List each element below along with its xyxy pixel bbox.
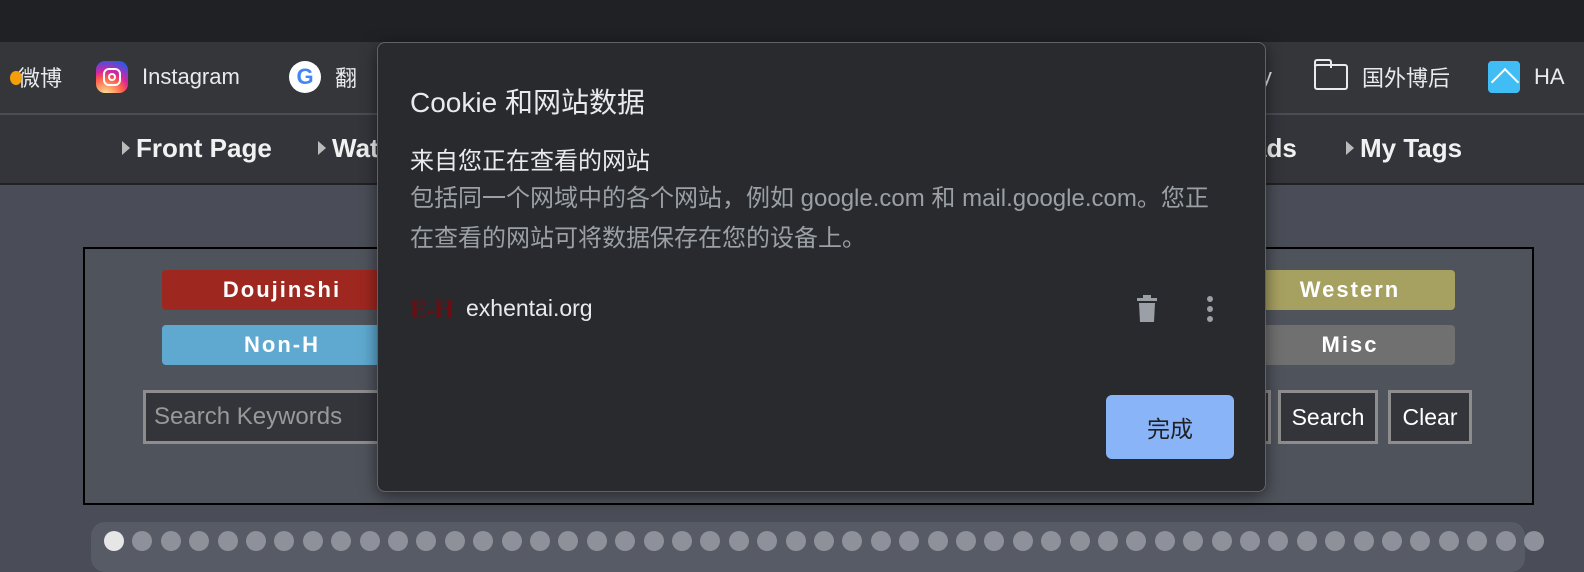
- nav-label: Front Page: [136, 132, 272, 163]
- page-dot[interactable]: [1069, 531, 1090, 551]
- nav-front-page[interactable]: Front Page: [122, 115, 272, 181]
- category-doujinshi[interactable]: Doujinshi: [162, 270, 402, 310]
- page-dot[interactable]: [217, 531, 238, 551]
- dialog-subtitle: 来自您正在查看的网站: [410, 148, 650, 175]
- page-dot[interactable]: [530, 531, 550, 551]
- dialog-title: Cookie 和网站数据: [410, 87, 645, 118]
- page-dot[interactable]: [274, 531, 295, 551]
- more-vert-icon[interactable]: [1200, 295, 1220, 323]
- page-dot[interactable]: [416, 531, 437, 551]
- page-dot[interactable]: [842, 531, 863, 551]
- page-dot[interactable]: [586, 531, 607, 551]
- done-button[interactable]: 完成: [1106, 395, 1234, 459]
- bookmark-label: 微博: [18, 66, 63, 91]
- page-dot[interactable]: [1296, 531, 1317, 551]
- page-dot[interactable]: [189, 531, 210, 551]
- bookmark-weibo[interactable]: 微博: [10, 42, 63, 112]
- page-dot[interactable]: [160, 531, 181, 551]
- page-dot[interactable]: [388, 531, 408, 551]
- page-dot[interactable]: [1382, 531, 1402, 551]
- bookmark-folder[interactable]: 国外博后: [1314, 42, 1450, 112]
- page-dot[interactable]: [444, 531, 465, 551]
- nav-my-tags[interactable]: My Tags: [1346, 115, 1462, 181]
- page-dot[interactable]: [1524, 531, 1544, 551]
- page-dot[interactable]: [1410, 531, 1431, 551]
- page-dot[interactable]: [1126, 531, 1147, 551]
- arrow-right-icon: [122, 141, 130, 155]
- bookmark-instagram[interactable]: Instagram: [96, 42, 240, 112]
- page-dot[interactable]: [359, 531, 380, 551]
- page-dot[interactable]: [1325, 531, 1346, 551]
- dialog-description: 包括同一个网域中的各个网站，例如 google.com 和 mail.googl…: [410, 185, 1209, 252]
- site-logo-icon: E-H: [410, 295, 454, 324]
- nav-watched[interactable]: Wat: [318, 115, 379, 181]
- page-dot[interactable]: [757, 531, 778, 551]
- nav-label: My Tags: [1360, 132, 1463, 163]
- page-dot[interactable]: [302, 531, 323, 551]
- nav-label: Wat: [332, 132, 379, 163]
- page-dot[interactable]: [1012, 531, 1033, 551]
- bookmark-label: Instagram: [142, 64, 240, 89]
- page-indicator-strip: [91, 522, 1544, 572]
- site-name: exhentai.org: [466, 295, 593, 321]
- page-dot[interactable]: [246, 531, 266, 551]
- clear-button[interactable]: Clear: [1388, 390, 1472, 444]
- page-dot[interactable]: [331, 531, 352, 551]
- page-dot[interactable]: [643, 531, 664, 551]
- page-dot[interactable]: [814, 531, 834, 551]
- folder-icon: [1314, 59, 1348, 90]
- category-western[interactable]: Western: [1245, 270, 1455, 310]
- page-dot[interactable]: [1098, 531, 1118, 551]
- page-dot[interactable]: [984, 531, 1005, 551]
- page-dot[interactable]: [1041, 531, 1062, 551]
- page-dot[interactable]: [956, 531, 976, 551]
- bookmark-label: 翻: [335, 66, 358, 91]
- page-dot[interactable]: [1183, 531, 1204, 551]
- trash-icon[interactable]: [1136, 295, 1158, 323]
- page-dot[interactable]: [104, 531, 124, 551]
- page-dot[interactable]: [728, 531, 749, 551]
- page-dot[interactable]: [1467, 531, 1488, 551]
- category-non-h[interactable]: Non-H: [162, 325, 402, 365]
- page-dot[interactable]: [1154, 531, 1175, 551]
- browser-top-strip: [0, 0, 1584, 42]
- page-dot[interactable]: [785, 531, 806, 551]
- arrow-right-icon: [1346, 141, 1354, 155]
- page-dot[interactable]: [1495, 531, 1516, 551]
- page-dot[interactable]: [132, 531, 153, 551]
- page-dot[interactable]: [501, 531, 522, 551]
- search-button[interactable]: Search: [1278, 390, 1378, 444]
- page-dot[interactable]: [473, 531, 494, 551]
- bookmark-google-translate[interactable]: G 翻: [289, 42, 357, 112]
- page-dot[interactable]: [899, 531, 920, 551]
- category-misc[interactable]: Misc: [1245, 325, 1455, 365]
- page-dot[interactable]: [1211, 531, 1232, 551]
- cookie-dialog: Cookie 和网站数据 来自您正在查看的网站 包括同一个网域中的各个网站，例如…: [377, 42, 1266, 492]
- page-dot[interactable]: [672, 531, 692, 551]
- arrow-right-icon: [318, 141, 326, 155]
- google-icon: G: [289, 61, 321, 93]
- page-dot[interactable]: [700, 531, 721, 551]
- page-dot[interactable]: [1438, 531, 1459, 551]
- page-dot[interactable]: [927, 531, 948, 551]
- site-row[interactable]: E-H exhentai.org: [410, 287, 1230, 331]
- bookmark-label: HA: [1534, 64, 1565, 89]
- page-dot[interactable]: [1268, 531, 1289, 551]
- bookmark-label: 国外博后: [1362, 66, 1451, 91]
- page-dot[interactable]: [1240, 531, 1260, 551]
- bookmark-home-assistant[interactable]: HA: [1488, 42, 1565, 112]
- page-dot[interactable]: [870, 531, 891, 551]
- page-dot[interactable]: [1353, 531, 1374, 551]
- page-dot[interactable]: [615, 531, 636, 551]
- instagram-icon: [96, 61, 128, 93]
- page-dot[interactable]: [558, 531, 579, 551]
- weibo-icon: [10, 71, 22, 85]
- home-assistant-icon: [1488, 61, 1520, 93]
